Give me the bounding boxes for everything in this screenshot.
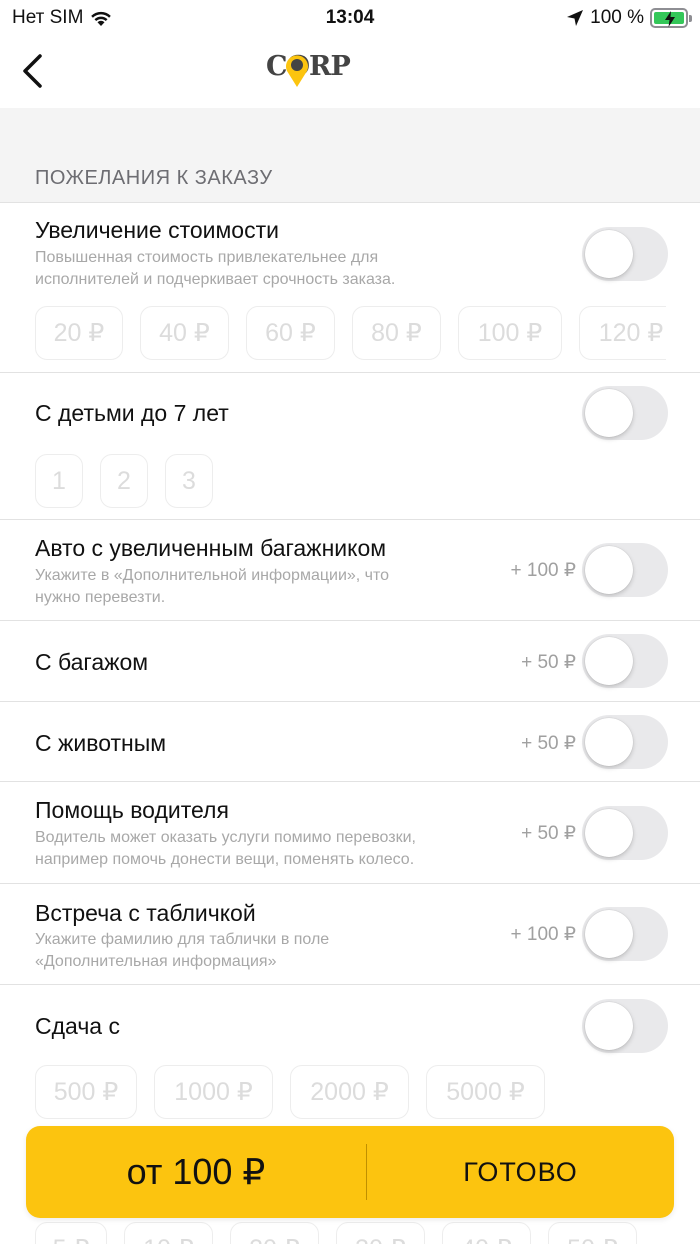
corp-logo: CORP [266,48,356,98]
chip-2000[interactable]: 2000 ₽ [290,1065,409,1119]
chip-60[interactable]: 60 ₽ [246,306,335,360]
section-header: ПОЖЕЛАНИЯ К ЗАКАЗУ [35,167,273,189]
option-cost-increase: Увеличение стоимости Повышенная стоимост… [0,202,700,372]
bottom-action-bar: от 100 ₽ ГОТОВО [26,1126,674,1218]
chip-kids-1[interactable]: 1 [35,454,83,508]
chip-80[interactable]: 80 ₽ [352,306,441,360]
chip-20-change[interactable]: 20 ₽ [230,1222,319,1244]
option-title: Встреча с табличкой [35,900,256,926]
chip-500[interactable]: 500 ₽ [35,1065,137,1119]
option-price: + 50 ₽ [521,652,576,673]
luggage-toggle[interactable] [582,634,668,688]
chip-5000[interactable]: 5000 ₽ [426,1065,545,1119]
option-title: С детьми до 7 лет [35,400,229,426]
option-title: Авто с увеличенным багажником [35,535,387,561]
chip-30[interactable]: 30 ₽ [336,1222,425,1244]
chip-20[interactable]: 20 ₽ [35,306,123,360]
chevron-left-icon [23,54,42,88]
option-subtitle: Повышенная стоимость привлекательнее для… [35,249,396,288]
change-chips: 500 ₽ 1000 ₽ 2000 ₽ 5000 ₽ [35,1065,666,1119]
done-button[interactable]: ГОТОВО [367,1126,674,1218]
driver-help-toggle[interactable] [582,806,668,860]
option-luggage: С багажом + 50 ₽ [0,620,700,701]
animal-toggle[interactable] [582,715,668,769]
option-price: + 50 ₽ [521,733,576,754]
option-price: + 100 ₽ [510,924,576,945]
option-kids: С детьми до 7 лет 1 2 3 [0,372,700,519]
option-change: Сдача с 500 ₽ 1000 ₽ 2000 ₽ 5000 ₽ [0,984,700,1134]
battery-icon [650,8,692,28]
option-subtitle: Укажите фамилию для таблички в поле «Доп… [35,931,330,970]
option-animal: С животным + 50 ₽ [0,701,700,781]
option-subtitle: Укажите в «Дополнительной информации», ч… [35,567,390,606]
chip-kids-2[interactable]: 2 [100,454,148,508]
sign-meeting-toggle[interactable] [582,907,668,961]
option-big-trunk: Авто с увеличенным багажником Укажите в … [0,519,700,620]
chip-40-change[interactable]: 40 ₽ [442,1222,531,1244]
battery-percent: 100 % [590,7,644,28]
change-chips-second-row: 5 ₽ 10 ₽ 20 ₽ 30 ₽ 40 ₽ 50 ₽ [35,1222,637,1244]
big-trunk-toggle[interactable] [582,543,668,597]
option-price: + 50 ₽ [521,823,576,844]
charging-bolt-icon [665,11,675,27]
nav-bar: CORP [0,36,700,108]
kids-toggle[interactable] [582,386,668,440]
option-title: Сдача с [35,1013,120,1039]
chip-1000[interactable]: 1000 ₽ [154,1065,273,1119]
chip-40[interactable]: 40 ₽ [140,306,229,360]
chip-50[interactable]: 50 ₽ [548,1222,637,1244]
option-price: + 100 ₽ [510,560,576,581]
option-title: Увеличение стоимости [35,217,279,243]
cost-increase-toggle[interactable] [582,227,668,281]
chip-kids-3[interactable]: 3 [165,454,213,508]
chip-5[interactable]: 5 ₽ [35,1222,107,1244]
option-subtitle: Водитель может оказать услуги помимо пер… [35,829,416,868]
map-pin-icon [286,55,308,87]
chip-10[interactable]: 10 ₽ [124,1222,213,1244]
option-sign-meeting: Встреча с табличкой Укажите фамилию для … [0,883,700,984]
option-driver-help: Помощь водителя Водитель может оказать у… [0,781,700,883]
back-button[interactable] [14,50,54,94]
chip-120[interactable]: 120 ₽ [579,306,666,360]
status-bar-right: 100 % [566,7,692,29]
options-list: Увеличение стоимости Повышенная стоимост… [0,202,700,1134]
chip-100[interactable]: 100 ₽ [458,306,562,360]
option-title: С багажом [35,649,149,675]
cost-increase-chips: 20 ₽ 40 ₽ 60 ₽ 80 ₽ 100 ₽ 120 ₽ [35,306,666,360]
kids-chips: 1 2 3 [35,454,666,508]
option-title: Помощь водителя [35,797,229,823]
status-bar: Нет SIM 13:04 100 % [0,0,700,36]
location-arrow-icon [567,10,584,26]
change-toggle[interactable] [582,999,668,1053]
option-title: С животным [35,730,167,756]
total-price-button[interactable]: от 100 ₽ [26,1126,366,1218]
